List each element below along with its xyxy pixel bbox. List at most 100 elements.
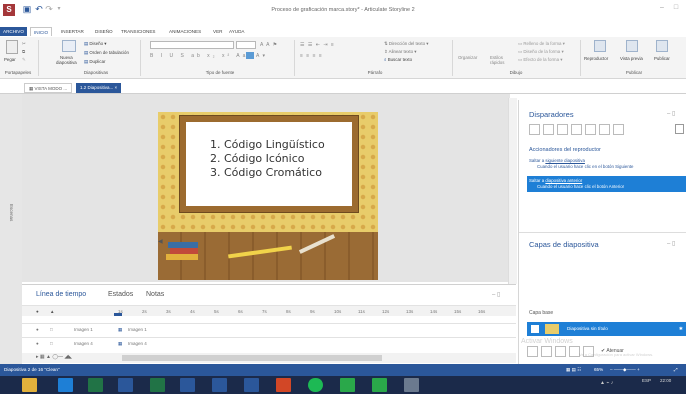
delete-trigger-icon[interactable] — [585, 124, 596, 135]
tab-order-button[interactable]: ▤ Orden de tabulación — [84, 50, 129, 55]
layers-collapse-icon[interactable]: – ▯ — [667, 240, 675, 247]
duplicate-button[interactable]: ▤ Duplicar — [84, 59, 105, 64]
app-icon[interactable] — [404, 378, 419, 392]
tab-archivo[interactable]: ARCHIVO — [0, 27, 27, 36]
camtasia-icon[interactable] — [340, 378, 355, 392]
tray-icons[interactable]: ▲ ⌁ ♪ — [600, 380, 613, 386]
layout-button[interactable]: ▤ Diseño ▾ — [84, 41, 106, 46]
copy-icon[interactable]: ⧉ — [22, 49, 25, 54]
preview-button[interactable]: Vista previa — [620, 56, 643, 61]
list-icons[interactable]: ☰ ☰ ⇤ ⇥ ≡ — [300, 42, 335, 48]
trigger-menu-icon[interactable] — [675, 124, 684, 134]
font-family-combo[interactable] — [150, 41, 234, 49]
tab-transiciones[interactable]: TRANSICIONES — [118, 27, 158, 36]
player-icon[interactable] — [594, 40, 606, 52]
format-painter-icon[interactable]: ✎ — [22, 57, 26, 62]
redo-icon[interactable]: ↷ — [44, 4, 54, 14]
tab-animaciones[interactable]: ANIMACIONES — [166, 27, 204, 36]
lock-icon[interactable]: □ — [50, 324, 53, 335]
powerpoint-icon[interactable] — [276, 378, 291, 392]
tab-diseno[interactable]: DISEÑO — [92, 27, 116, 36]
app-icon[interactable] — [372, 378, 387, 392]
trigger-link[interactable]: siguiente diapositiva — [545, 158, 585, 163]
timeline-row[interactable]: ● □ Imagen 1 ▦ Imagen 1 — [22, 323, 516, 334]
publish-button[interactable]: Publicar — [654, 56, 670, 61]
text-direction-button[interactable]: ⇅ Dirección del texto ▾ — [384, 41, 428, 46]
timeline-row[interactable]: ● □ Imagen 4 ▦ Imagen 4 — [22, 337, 516, 348]
eye-icon[interactable]: ● — [36, 324, 39, 335]
zoom-slider[interactable]: – ——◆—— + — [610, 364, 640, 376]
find-text-button[interactable]: ⌕ Buscar texto — [384, 57, 412, 62]
player-button[interactable]: Reproductor — [584, 56, 608, 61]
quick-styles-button[interactable]: Estilos rápidos — [490, 55, 510, 65]
slide-canvas[interactable]: 1. Código Lingüístico 2. Código Icónico … — [158, 112, 378, 280]
word-icon[interactable] — [118, 378, 133, 392]
tab-ayuda[interactable]: AYUDA — [226, 27, 248, 36]
settings-gear-icon[interactable]: ✱ — [679, 322, 683, 336]
highlight-color-icon[interactable] — [246, 52, 254, 59]
clock[interactable]: 22:00 — [660, 378, 671, 383]
tab-diapositiva[interactable]: 1.2 Diapositiva... × — [76, 83, 122, 93]
paste-icon[interactable] — [6, 40, 18, 54]
word-icon[interactable] — [244, 378, 259, 392]
edge-icon[interactable] — [58, 378, 73, 392]
fit-icon[interactable]: ⤢ — [674, 364, 678, 376]
move-down-icon[interactable] — [613, 124, 624, 135]
new-layer-icon[interactable] — [527, 346, 538, 357]
stage-vertical-scrollbar[interactable] — [508, 98, 517, 284]
duplicate-layer-icon[interactable] — [541, 346, 552, 357]
edit-trigger-icon[interactable] — [543, 124, 554, 135]
visibility-checkbox[interactable] — [531, 325, 539, 333]
excel-icon[interactable] — [88, 378, 103, 392]
timeline-scrollbar[interactable]: ▸ ▦ ▲ ◯— ◢◣ — [22, 353, 516, 363]
undo-icon[interactable]: ↶ — [34, 4, 44, 14]
eye-icon[interactable]: ● — [36, 338, 39, 349]
trigger-item[interactable]: Saltar a siguiente diapositiva Cuando el… — [529, 158, 679, 170]
maximize-button[interactable]: □ — [670, 4, 682, 14]
word-icon[interactable] — [180, 378, 195, 392]
paste-trigger-icon[interactable] — [571, 124, 582, 135]
tab-linea-de-tiempo[interactable]: Línea de tiempo — [36, 291, 86, 298]
tab-estados[interactable]: Estados — [108, 291, 133, 298]
preview-icon[interactable] — [626, 40, 638, 52]
playhead-icon[interactable] — [114, 313, 122, 316]
shape-outline-button[interactable]: ▭ Diseño de la forma ▾ — [518, 49, 564, 54]
new-trigger-icon[interactable] — [529, 124, 540, 135]
excel-icon[interactable] — [150, 378, 165, 392]
tab-inicio[interactable]: INICIO — [30, 27, 53, 36]
save-icon[interactable]: ▣ — [22, 4, 32, 14]
trigger-item-selected[interactable]: Saltar a diapositiva anterior Cuando el … — [527, 176, 686, 192]
speaker-icon[interactable]: ◀ — [158, 238, 164, 245]
close-tab-icon[interactable]: × — [115, 85, 118, 90]
base-layer-row[interactable]: Diapositiva sin título ✱ — [527, 322, 686, 336]
scenes-strip[interactable]: Escenas — [0, 94, 22, 364]
align-text-button[interactable]: ⇕ Alinear texto ▾ — [384, 49, 417, 54]
tab-notas[interactable]: Notas — [146, 291, 164, 298]
tab-insertar[interactable]: INSERTAR — [58, 27, 87, 36]
file-explorer-icon[interactable] — [22, 378, 37, 392]
minimize-button[interactable]: – — [656, 4, 668, 14]
outlook-icon[interactable] — [212, 378, 227, 392]
shape-fill-button[interactable]: ▭ Relleno de la forma ▾ — [518, 41, 565, 46]
publish-icon[interactable] — [656, 40, 668, 52]
font-color-icon[interactable]: A ▾ — [256, 53, 266, 59]
grow-shrink-font-icon[interactable]: A A ⚑ — [260, 42, 278, 48]
tab-ver[interactable]: VER — [210, 27, 225, 36]
new-slide-icon[interactable] — [62, 40, 76, 52]
lock-icon[interactable]: □ — [50, 338, 53, 349]
shape-effect-button[interactable]: ▭ Efecto de la forma ▾ — [518, 57, 562, 62]
align-icons[interactable]: ≡ ≡ ≡ ≡ — [300, 53, 323, 59]
paste-button[interactable]: Pegar — [4, 57, 16, 62]
cut-icon[interactable]: ✂ — [22, 41, 26, 46]
scroll-thumb[interactable] — [122, 355, 382, 361]
move-up-icon[interactable] — [599, 124, 610, 135]
language-indicator[interactable]: ESP — [642, 378, 651, 383]
delete-layer-icon[interactable] — [555, 346, 566, 357]
customize-icon[interactable]: ▾ — [54, 4, 64, 14]
eye-icon[interactable]: ● — [36, 306, 39, 317]
arrange-button[interactable]: Organizar — [458, 55, 477, 60]
lock-icon[interactable]: ▲ — [50, 306, 54, 317]
timeline-zoom-icon[interactable]: ▸ ▦ ▲ ◯— ◢◣ — [36, 354, 72, 360]
spotify-icon[interactable] — [308, 378, 323, 392]
view-icons[interactable]: ▦ ▤ ☷ — [566, 364, 581, 376]
